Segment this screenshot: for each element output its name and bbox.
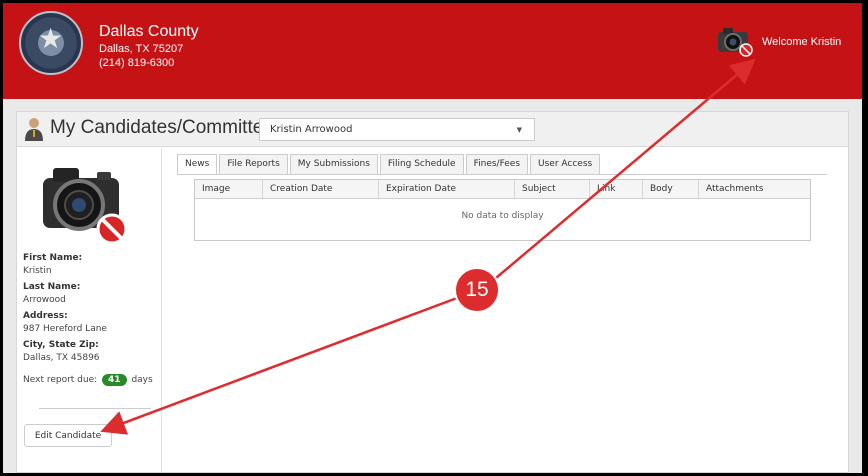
- last-name-value: Arrowood: [23, 295, 66, 305]
- column-header-subject[interactable]: Subject: [515, 180, 590, 198]
- column-header-creation-date[interactable]: Creation Date: [263, 180, 379, 198]
- county-seal-icon: ★: [19, 11, 83, 75]
- next-report-suffix: days: [131, 375, 153, 385]
- grid-header: Image Creation Date Expiration Date Subj…: [195, 180, 810, 199]
- tab-user-access[interactable]: User Access: [530, 154, 601, 175]
- first-name-label: First Name:: [23, 253, 83, 263]
- city-value: Dallas, TX 45896: [23, 353, 100, 363]
- candidate-select[interactable]: Kristin Arrowood ▼: [259, 118, 535, 141]
- tab-my-submissions[interactable]: My Submissions: [289, 154, 378, 175]
- tab-file-reports[interactable]: File Reports: [219, 154, 288, 175]
- candidate-select-value: Kristin Arrowood: [270, 124, 353, 135]
- days-badge: 41: [102, 374, 127, 386]
- first-name-value: Kristin: [23, 266, 52, 276]
- tab-news[interactable]: News: [177, 154, 218, 175]
- column-header-body[interactable]: Body: [643, 180, 699, 198]
- edit-candidate-button[interactable]: Edit Candidate: [24, 424, 112, 447]
- page-title: My Candidates/Committees: [50, 117, 284, 138]
- column-header-expiration-date[interactable]: Expiration Date: [379, 180, 515, 198]
- candidate-sidebar: First Name: Kristin Last Name: Arrowood …: [17, 148, 162, 473]
- city-label: City, State Zip:: [23, 340, 99, 350]
- tab-underline: [177, 174, 827, 175]
- address-value: 987 Hereford Lane: [23, 324, 107, 334]
- address-label: Address:: [23, 311, 68, 321]
- grid-empty-message: No data to display: [461, 211, 544, 221]
- panel-header: My Candidates/Committees Kristin Arrowoo…: [17, 112, 848, 147]
- person-icon: [25, 118, 43, 141]
- last-name-label: Last Name:: [23, 282, 81, 292]
- app-frame: ★ Dallas County Dallas, TX 75207 (214) 8…: [3, 3, 862, 473]
- news-grid: Image Creation Date Expiration Date Subj…: [194, 179, 811, 241]
- caret-down-icon: ▼: [516, 126, 522, 134]
- county-city: Dallas, TX 75207: [99, 43, 184, 55]
- candidate-photo-camera-icon: [43, 168, 128, 245]
- sidebar-divider: [39, 408, 151, 409]
- column-header-link[interactable]: Link: [590, 180, 643, 198]
- welcome-user-link[interactable]: Welcome Kristin: [762, 36, 841, 48]
- next-report-due: Next report due: 41 days: [23, 374, 153, 386]
- tab-fines-fees[interactable]: Fines/Fees: [465, 154, 529, 175]
- camera-icon: [718, 28, 753, 57]
- column-header-attachments[interactable]: Attachments: [699, 180, 810, 198]
- step-marker: 15: [454, 267, 500, 313]
- site-header: ★ Dallas County Dallas, TX 75207 (214) 8…: [3, 3, 862, 99]
- candidates-panel: My Candidates/Committees Kristin Arrowoo…: [16, 111, 849, 473]
- county-phone: (214) 819-6300: [99, 57, 175, 69]
- tab-bar: News File Reports My Submissions Filing …: [177, 154, 602, 175]
- column-header-image[interactable]: Image: [195, 180, 263, 198]
- county-name: Dallas County: [99, 23, 199, 40]
- next-report-prefix: Next report due:: [23, 375, 98, 385]
- tab-filing-schedule[interactable]: Filing Schedule: [379, 154, 464, 175]
